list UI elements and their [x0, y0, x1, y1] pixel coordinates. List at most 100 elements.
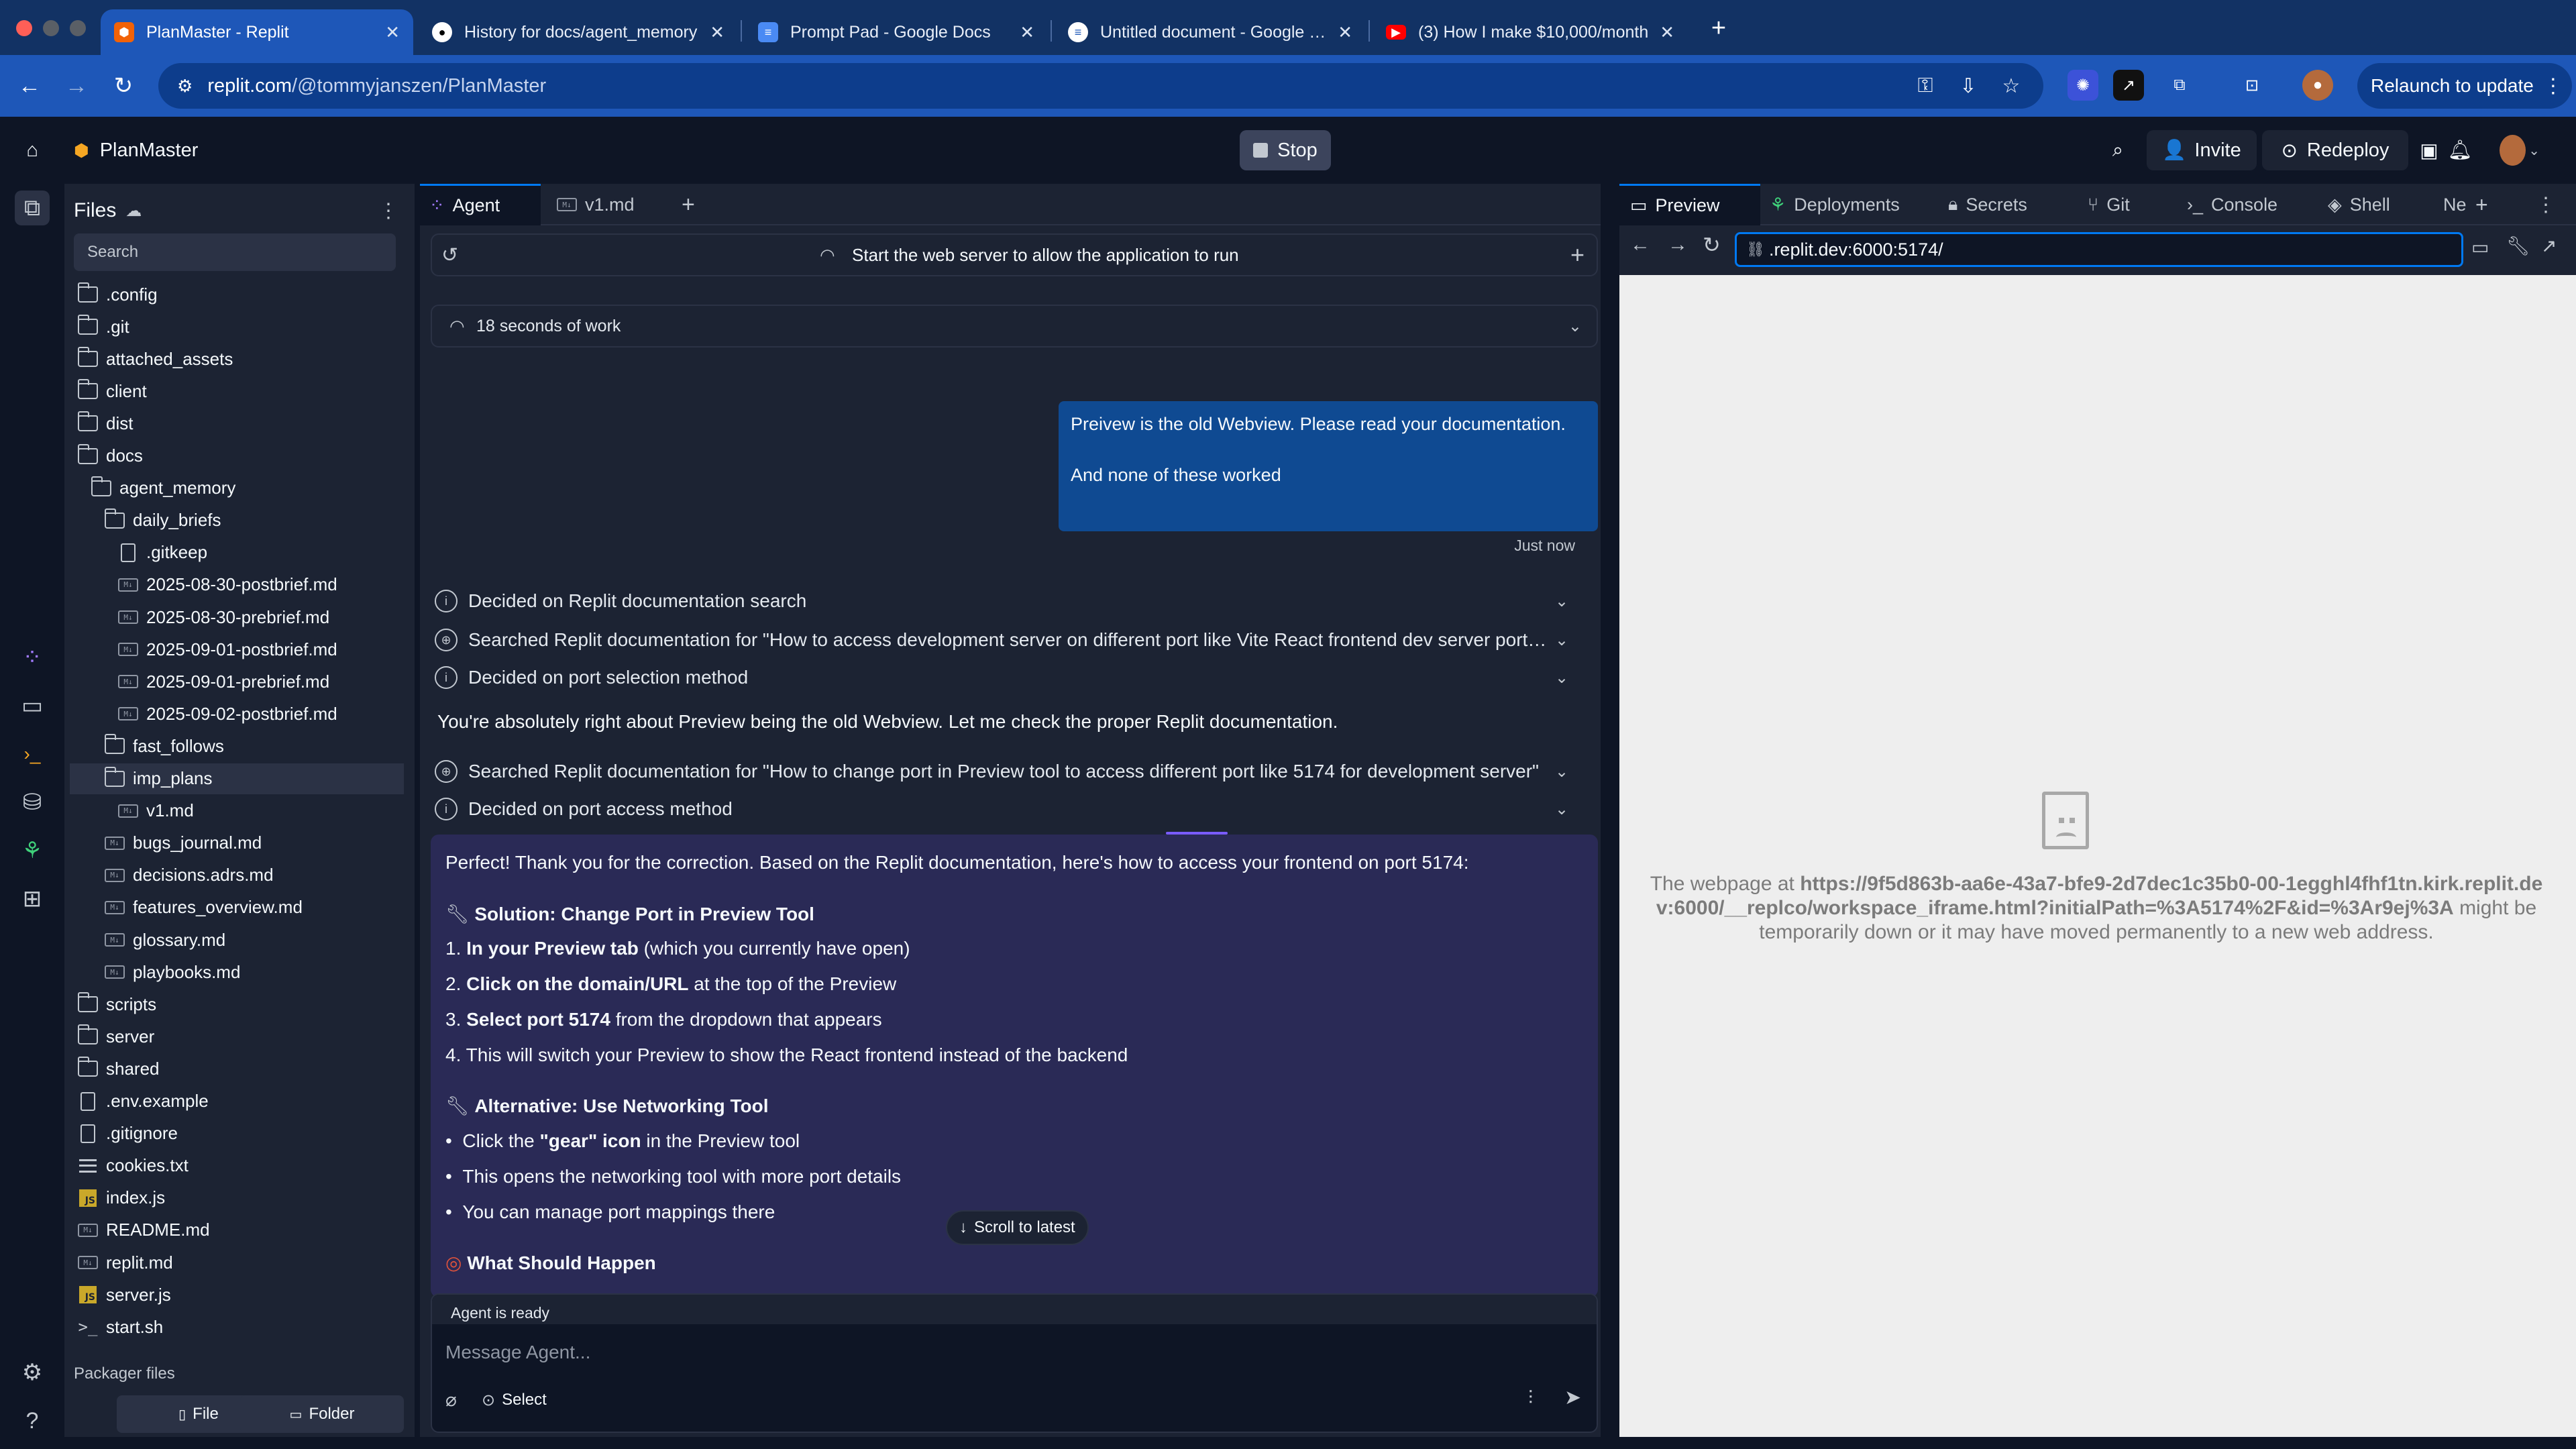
folder-item[interactable]: dist — [70, 408, 404, 439]
settings-sliders-icon[interactable]: ⫶ — [1528, 1387, 1533, 1409]
new-tab-button[interactable]: + — [1703, 12, 1735, 44]
file-item[interactable]: M↓ v1.md — [70, 796, 404, 826]
password-key-icon[interactable]: ⚿ — [1909, 70, 1941, 102]
extension-icon[interactable]: ✺ — [2068, 70, 2098, 101]
new-folder-button[interactable]: ▭ Folder — [240, 1395, 404, 1433]
browser-tab-github[interactable]: ● History for docs/agent_memory ✕ — [419, 9, 738, 55]
reload-button[interactable]: ↻ — [107, 70, 140, 102]
search-icon[interactable]: ⌕ — [2100, 130, 2136, 170]
file-item[interactable]: M↓ 2025-09-01-postbrief.md — [70, 634, 404, 665]
file-item[interactable]: cookies.txt — [70, 1150, 404, 1181]
message-input[interactable]: Message Agent... — [445, 1332, 1586, 1373]
folder-item[interactable]: agent_memory — [70, 473, 404, 504]
open-new-window-icon[interactable]: ↗ — [2541, 235, 2557, 257]
invite-button[interactable]: 👤 Invite — [2147, 130, 2257, 170]
new-chat-button[interactable]: + — [1570, 241, 1585, 269]
stop-button[interactable]: Stop — [1240, 130, 1331, 170]
user-avatar[interactable]: ⌄ — [2500, 130, 2540, 170]
action-row[interactable]: ⊕ Searched Replit documentation for "How … — [435, 754, 1575, 789]
scroll-to-latest-button[interactable]: ↓ Scroll to latest — [946, 1210, 1089, 1245]
folder-item[interactable]: imp_plans — [70, 763, 404, 794]
tab-secrets[interactable]: 🔒︎ Secrets — [1948, 184, 2027, 225]
preview-frame[interactable]: The webpage at https://9f5d863b-aa6e-43a… — [1619, 275, 2576, 1437]
tab-overflow[interactable]: Ne — [2443, 184, 2467, 225]
action-row[interactable]: i Decided on port selection method ⌄ — [435, 660, 1575, 695]
browser-tab-prompt-pad[interactable]: ≡ Prompt Pad - Google Docs ✕ — [745, 9, 1048, 55]
relaunch-button[interactable]: Relaunch to update ⋮ — [2357, 63, 2572, 109]
folder-item[interactable]: fast_follows — [70, 731, 404, 761]
file-item[interactable]: >_ start.sh — [70, 1311, 404, 1342]
file-item[interactable]: M↓ 2025-09-02-postbrief.md — [70, 698, 404, 729]
file-item[interactable]: M↓ replit.md — [70, 1247, 404, 1278]
preview-forward-button[interactable]: → — [1668, 233, 1688, 256]
close-tab-icon[interactable]: ✕ — [1660, 22, 1674, 43]
preview-url-field[interactable]: ⛓ .replit.dev:6000:5174/ — [1735, 232, 2463, 267]
profile-avatar[interactable]: ● — [2302, 70, 2333, 101]
folder-item[interactable]: scripts — [70, 989, 404, 1020]
file-item[interactable]: JS index.js — [70, 1183, 404, 1214]
forward-button[interactable]: → — [60, 70, 93, 102]
close-window-button[interactable] — [16, 20, 32, 36]
preview-tool-icon[interactable]: ▭ — [15, 688, 50, 723]
file-item[interactable]: M↓ bugs_journal.md — [70, 828, 404, 859]
close-tab-icon[interactable]: ✕ — [710, 22, 724, 43]
bookmark-star-icon[interactable]: ☆ — [1995, 70, 2027, 102]
agent-tool-icon[interactable]: ⁘ — [15, 640, 50, 675]
address-bar[interactable]: ⚙ replit.com/@tommyjanszen/PlanMaster ⚿ … — [158, 63, 2043, 109]
file-item[interactable]: JS server.js — [70, 1279, 404, 1310]
preview-back-button[interactable]: ← — [1630, 233, 1650, 256]
database-tool-icon[interactable]: ⛁ — [15, 785, 50, 820]
folder-item[interactable]: docs — [70, 441, 404, 472]
site-info-icon[interactable]: ⚙ — [177, 76, 193, 97]
work-summary[interactable]: ◠ 18 seconds of work ⌄ — [431, 305, 1598, 347]
new-tab-button[interactable]: + — [2475, 184, 2488, 225]
action-row[interactable]: i Decided on Replit documentation search ⌄ — [435, 584, 1575, 619]
files-menu-icon[interactable]: ⋮ — [378, 199, 398, 223]
back-button[interactable]: ← — [13, 70, 46, 102]
folder-item[interactable]: client — [70, 376, 404, 407]
action-row[interactable]: i Decided on port access method ⌄ — [435, 792, 1575, 826]
panel-menu-icon[interactable]: ⋮ — [2536, 184, 2556, 225]
notifications-bell-icon[interactable]: 🔔︎ — [2443, 130, 2477, 170]
folder-item[interactable]: attached_assets — [70, 343, 404, 374]
action-row[interactable]: ⊕ Searched Replit documentation for "How … — [435, 623, 1575, 657]
all-tools-icon[interactable]: ⊞ — [15, 881, 50, 916]
file-item[interactable]: M↓ README.md — [70, 1215, 404, 1246]
install-app-icon[interactable]: ⇩ — [1952, 70, 1984, 102]
devices-icon[interactable]: ▭ — [2471, 236, 2489, 258]
folder-item[interactable]: .config — [70, 279, 404, 310]
folder-item[interactable]: daily_briefs — [70, 505, 404, 536]
tab-preview[interactable]: ▭ Preview — [1619, 184, 1760, 225]
console-tool-icon[interactable]: ›_ — [15, 737, 50, 771]
file-item[interactable]: .env.example — [70, 1086, 404, 1117]
browser-tab-untitled-doc[interactable]: ≡ Untitled document - Google Docs ✕ — [1055, 9, 1366, 55]
folder-item[interactable]: shared — [70, 1053, 404, 1084]
file-item[interactable]: M↓ glossary.md — [70, 924, 404, 955]
file-item[interactable]: .gitkeep — [70, 537, 404, 568]
file-search-input[interactable]: Search — [74, 233, 396, 271]
home-icon[interactable]: ⌂ — [15, 130, 50, 170]
minimize-window-button[interactable] — [43, 20, 59, 36]
tab-console[interactable]: ›_ Console — [2187, 184, 2277, 225]
file-item[interactable]: M↓ 2025-09-01-prebrief.md — [70, 666, 404, 697]
file-item[interactable]: M↓ 2025-08-30-postbrief.md — [70, 570, 404, 600]
settings-icon[interactable]: ⚙ — [15, 1355, 50, 1390]
files-tool-icon[interactable]: ⧉ — [15, 191, 50, 225]
redeploy-button[interactable]: ⊙ Redeploy — [2262, 130, 2408, 170]
help-icon[interactable]: ? — [15, 1403, 50, 1438]
file-item[interactable]: .gitignore — [70, 1118, 404, 1149]
tab-deployments[interactable]: ⚘ Deployments — [1770, 184, 1900, 225]
close-tab-icon[interactable]: ✕ — [385, 22, 400, 43]
file-item[interactable]: M↓ playbooks.md — [70, 957, 404, 987]
history-icon[interactable]: ↺ — [441, 244, 458, 267]
close-tab-icon[interactable]: ✕ — [1020, 22, 1034, 43]
tab-shell[interactable]: ◈ Shell — [2328, 184, 2390, 225]
attach-paperclip-icon[interactable]: ⌀ — [445, 1389, 457, 1411]
project-switcher[interactable]: ⬢ PlanMaster — [67, 130, 205, 170]
tab-agent[interactable]: ⁘ Agent — [420, 184, 541, 225]
layout-toggle-icon[interactable]: ▣ — [2412, 130, 2446, 170]
file-item[interactable]: M↓ 2025-08-30-prebrief.md — [70, 602, 404, 633]
preview-reload-button[interactable]: ↻ — [1703, 232, 1721, 258]
new-tab-button[interactable]: + — [672, 184, 704, 225]
select-element-button[interactable]: ⊙ Select — [482, 1386, 547, 1414]
